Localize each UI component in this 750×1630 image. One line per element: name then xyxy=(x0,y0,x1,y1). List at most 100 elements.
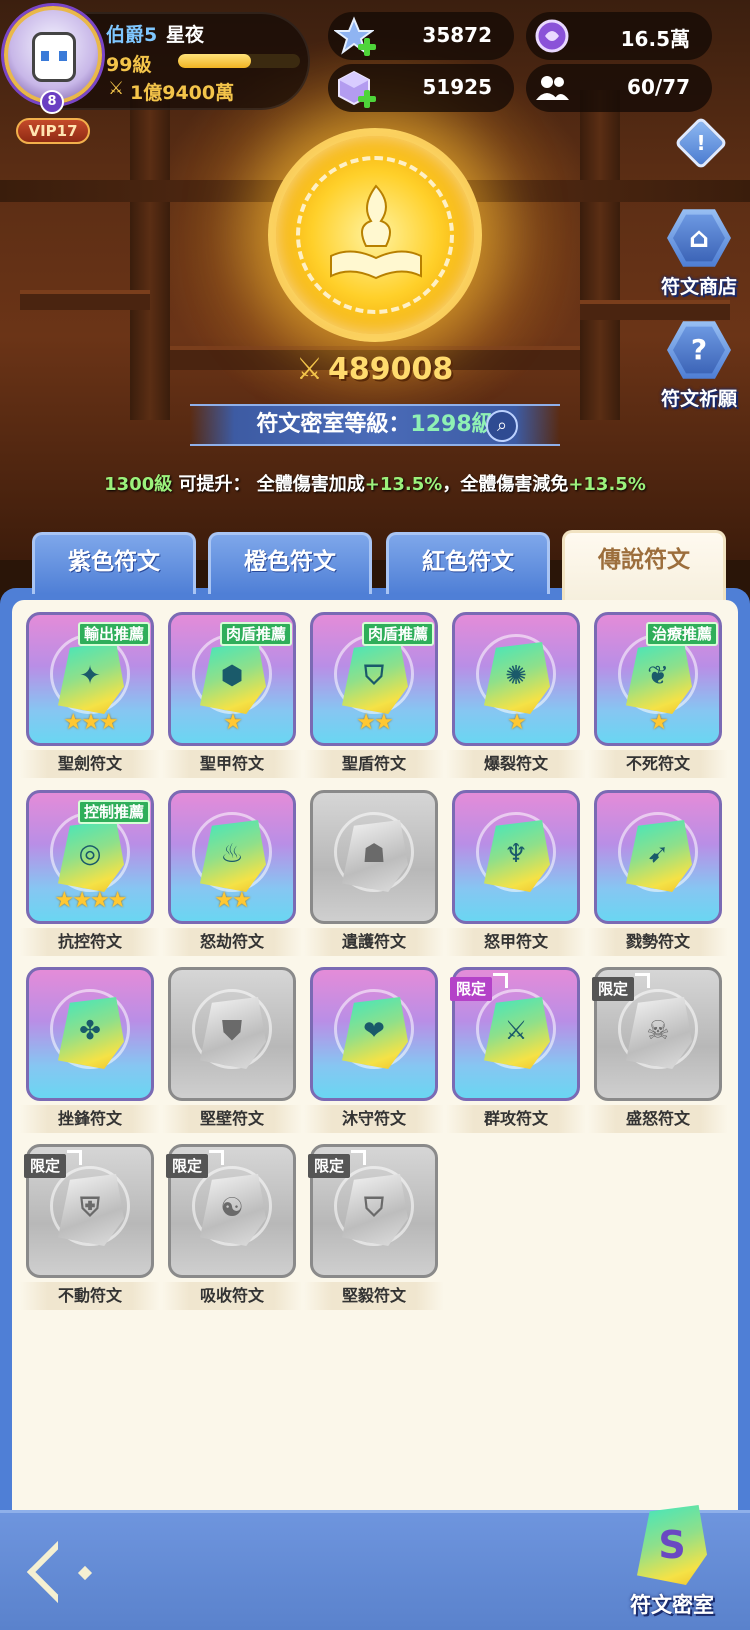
rune-card[interactable]: ⛊ 堅壁符文 xyxy=(162,967,302,1133)
add-crystals-icon[interactable] xyxy=(358,90,376,108)
shelf-right xyxy=(580,300,730,320)
rune-symbol-icon: ➹ xyxy=(647,839,669,869)
shop-icon: ⌂ xyxy=(667,209,731,267)
rune-room-button[interactable]: 符文密室 xyxy=(612,1505,732,1619)
wood-pillar-left xyxy=(130,90,170,420)
rune-symbol-icon: ⛉ xyxy=(364,1193,384,1223)
rune-symbol-icon: ❤ xyxy=(363,1016,385,1046)
rune-symbol-icon: ⛉ xyxy=(364,661,384,691)
hint-bonus-2: +13.5% xyxy=(568,474,646,495)
rune-stars: ★★★ xyxy=(63,710,118,735)
rune-room-label: 符文密室 xyxy=(630,1593,714,1617)
rune-card[interactable]: ⛉ 限定 堅毅符文 xyxy=(304,1144,444,1310)
rune-wish-button[interactable]: ? 符文祈願 xyxy=(644,318,750,411)
rune-card[interactable]: ⛨ 限定不動符文 xyxy=(20,1144,160,1310)
rune-card[interactable]: ✺ ★ 爆裂符文 xyxy=(446,612,586,778)
rune-room-level-label: 符文密室等級： xyxy=(256,412,411,437)
rune-gem-icon xyxy=(637,1505,707,1585)
rune-name: 堅毅符文 xyxy=(304,1282,444,1310)
rune-symbol-icon: ✺ xyxy=(505,661,527,691)
upgrade-hint: 1300級 可提升： 全體傷害加成+13.5%，全體傷害減免+13.5% xyxy=(0,470,750,496)
rune-name: 聖盾符文 xyxy=(304,750,444,778)
vip-badge[interactable]: VIP17 xyxy=(16,118,90,144)
hint-level: 1300級 xyxy=(104,474,173,495)
rune-name: 爆裂符文 xyxy=(446,750,586,778)
tab-purple-runes[interactable]: 紫色符文 xyxy=(32,532,196,594)
rune-symbol-icon: ⛊ xyxy=(222,1016,242,1046)
magnifier-icon[interactable]: ⌕ xyxy=(486,410,518,442)
tab-orange-runes[interactable]: 橙色符文 xyxy=(208,532,372,594)
exp-bar xyxy=(178,54,300,68)
rune-name: 不死符文 xyxy=(588,750,728,778)
purple-orb-icon xyxy=(535,19,569,53)
rune-name: 堅壁符文 xyxy=(162,1105,302,1133)
rune-card[interactable]: ❤ 沐守符文 xyxy=(304,967,444,1133)
rune-wish-label: 符文祈願 xyxy=(660,388,737,410)
rune-shop-label: 符文商店 xyxy=(660,276,737,298)
rune-card[interactable]: ◎ 控制推薦 ★★★★ 抗控符文 xyxy=(20,790,160,956)
rune-card[interactable]: ☗ 遺護符文 xyxy=(304,790,444,956)
rune-card[interactable]: ❦ 治療推薦 ★ 不死符文 xyxy=(588,612,728,778)
add-stars-icon[interactable] xyxy=(358,38,376,56)
crystal-resource-value: 51925 xyxy=(422,75,492,99)
total-rune-power-value: 489008 xyxy=(328,352,454,387)
rune-card[interactable]: ✤ 挫鋒符文 xyxy=(20,967,160,1133)
rune-name: 沐守符文 xyxy=(304,1105,444,1133)
rune-card[interactable]: ✦ 輸出推薦 ★★★ 聖劍符文 xyxy=(20,612,160,778)
crystal-resource-pill[interactable]: 51925 xyxy=(328,64,514,112)
rune-name: 盛怒符文 xyxy=(588,1105,728,1133)
rune-name: 抗控符文 xyxy=(20,928,160,956)
rune-name: 挫鋒符文 xyxy=(20,1105,160,1133)
rune-symbol-icon: ◎ xyxy=(78,839,102,869)
star-resource-pill[interactable]: 35872 xyxy=(328,12,514,60)
rune-symbol-icon: ☗ xyxy=(362,839,386,869)
people-icon xyxy=(536,76,569,100)
rune-symbol-icon: ✦ xyxy=(79,661,101,691)
player-power: 1億9400萬 xyxy=(130,82,235,104)
orb-resource-pill[interactable]: 16.5萬 xyxy=(526,12,712,60)
rune-name: 聖劍符文 xyxy=(20,750,160,778)
rune-card[interactable]: ⚔ 限定 群攻符文 xyxy=(446,967,586,1133)
rune-shop-button[interactable]: ⌂ 符文商店 xyxy=(644,206,750,299)
rune-symbol-icon: ⛨ xyxy=(80,1193,100,1223)
tab-red-runes[interactable]: 紅色符文 xyxy=(386,532,550,594)
rune-name: 不動符文 xyxy=(20,1282,160,1310)
rune-card[interactable]: ⬢ 肉盾推薦 ★ 聖甲符文 xyxy=(162,612,302,778)
rune-symbol-icon: ⬢ xyxy=(220,661,244,691)
rune-card[interactable]: ☠ 限定 盛怒符文 xyxy=(588,967,728,1133)
recommend-tag: 肉盾推薦 xyxy=(361,622,434,646)
rune-stars: ★★ xyxy=(214,888,251,913)
total-rune-power: ⚔ 489008 xyxy=(296,352,453,392)
rune-name: 怒劫符文 xyxy=(162,928,302,956)
rune-symbol-icon: ⚔ xyxy=(504,1016,528,1046)
recommend-tag: 肉盾推薦 xyxy=(219,622,292,646)
recommend-tag: 輸出推薦 xyxy=(77,622,150,646)
rune-name: 遺護符文 xyxy=(304,928,444,956)
player-rank: 伯爵5 xyxy=(106,24,158,46)
player-level: 99級 xyxy=(106,54,152,76)
rune-card[interactable]: ➹ 戮勢符文 xyxy=(588,790,728,956)
back-button[interactable] xyxy=(22,1540,93,1610)
limited-tag: 限定 xyxy=(450,973,509,1001)
orb-resource-value: 16.5萬 xyxy=(620,27,690,51)
rune-card[interactable]: ♆ 怒甲符文 xyxy=(446,790,586,956)
tab-legendary-runes[interactable]: 傳說符文 xyxy=(562,530,726,600)
team-resource-pill[interactable]: 60/77 xyxy=(526,64,712,112)
avatar-face xyxy=(32,32,76,82)
rune-card[interactable]: ☯ 限定 吸收符文 xyxy=(162,1144,302,1310)
rune-symbol-icon: ✤ xyxy=(79,1016,101,1046)
limited-tag: 限定 xyxy=(24,1150,83,1178)
hint-bonus-1: +13.5% xyxy=(364,474,443,495)
team-resource-value: 60/77 xyxy=(627,75,690,99)
rune-card[interactable]: ⛉ 肉盾推薦 ★★ 聖盾符文 xyxy=(304,612,444,778)
crossed-swords-icon: ⚔ xyxy=(108,78,125,99)
rune-card[interactable]: ♨ ★★ 怒劫符文 xyxy=(162,790,302,956)
hint-text-2: ，全體傷害減免 xyxy=(442,474,569,495)
crossed-swords-icon: ⚔ xyxy=(296,352,323,387)
rune-stars: ★ xyxy=(223,710,243,735)
rune-stars: ★★ xyxy=(356,710,393,735)
avatar-badge: 8 xyxy=(40,90,64,114)
limited-tag: 限定 xyxy=(166,1150,225,1178)
limited-tag: 限定 xyxy=(592,973,651,1001)
shelf-left xyxy=(20,290,150,310)
